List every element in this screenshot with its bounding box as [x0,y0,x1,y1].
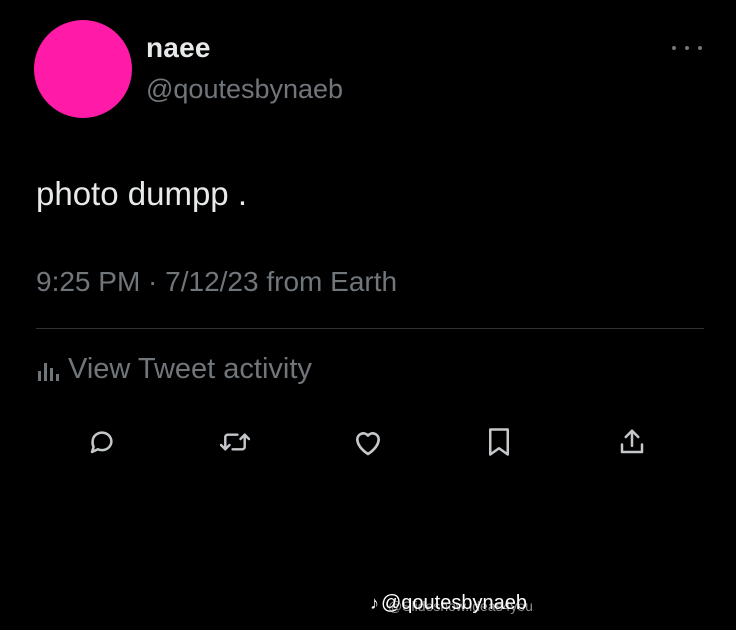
bar-chart-icon [38,362,59,381]
like-button[interactable] [348,422,388,462]
bookmark-button[interactable] [479,422,519,462]
view-tweet-activity-link[interactable]: View Tweet activity [36,353,312,386]
tweet-timestamp: 9:25 PM · 7/12/23 from Earth [36,266,398,297]
reply-button[interactable] [82,422,122,462]
retweet-button[interactable] [215,422,255,462]
retweet-icon [219,433,251,451]
activity-label: View Tweet activity [68,353,312,385]
display-name[interactable]: naee [146,32,211,64]
tiktok-watermark: ♪ @qoutesbynaeb @Slideshow.ideas4you [370,592,533,615]
bookmark-icon [489,428,509,456]
tweet-text: photo dumpp . [36,175,247,212]
heart-icon [356,432,380,456]
tiktok-icon: ♪ [370,593,379,613]
avatar[interactable] [34,20,132,118]
watermark-overlay: @Slideshow.ideas4you [388,598,533,614]
share-icon [620,429,644,454]
divider [36,328,704,329]
more-horizontal-icon[interactable] [672,38,702,58]
share-button[interactable] [612,422,652,462]
user-handle[interactable]: @qoutesbynaeb [146,74,343,105]
reply-icon [90,431,113,454]
